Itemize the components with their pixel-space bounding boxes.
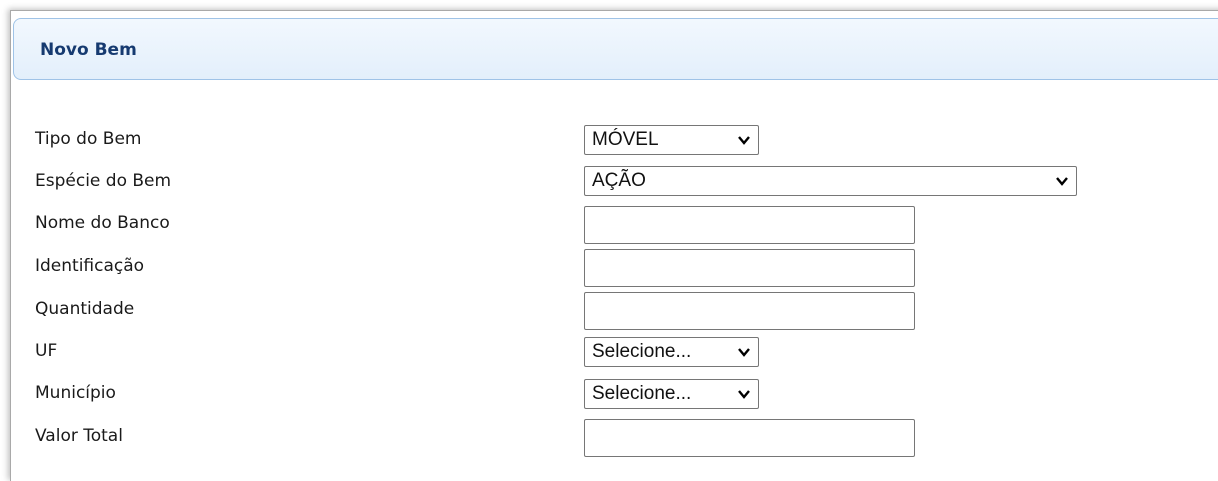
panel-title: Novo Bem [40,40,137,60]
nome-do-banco-label: Nome do Banco [35,213,170,233]
municipio-select[interactable]: Selecione... [584,379,759,409]
especie-do-bem-select[interactable]: AÇÃO [584,166,1077,196]
valor-total-label: Valor Total [35,426,123,446]
nome-do-banco-input[interactable] [584,206,915,244]
especie-do-bem-label: Espécie do Bem [35,171,172,191]
especie-do-bem-value: AÇÃO [592,170,646,191]
uf-label: UF [35,341,58,361]
chevron-down-icon [738,348,750,357]
panel-header: Novo Bem [13,18,1218,80]
tipo-do-bem-label: Tipo do Bem [35,129,142,149]
uf-value: Selecione... [592,341,692,362]
window-frame [10,10,1218,481]
municipio-value: Selecione... [592,383,692,404]
chevron-down-icon [738,390,750,399]
tipo-do-bem-select[interactable]: MÓVEL [584,125,759,155]
chevron-down-icon [1056,177,1068,186]
identificacao-label: Identificação [35,256,145,276]
identificacao-input[interactable] [584,249,915,287]
municipio-label: Município [35,383,116,403]
tipo-do-bem-value: MÓVEL [592,129,659,150]
chevron-down-icon [738,136,750,145]
quantidade-label: Quantidade [35,299,135,319]
uf-select[interactable]: Selecione... [584,337,759,367]
quantidade-input[interactable] [584,292,915,330]
valor-total-input[interactable] [584,419,915,457]
